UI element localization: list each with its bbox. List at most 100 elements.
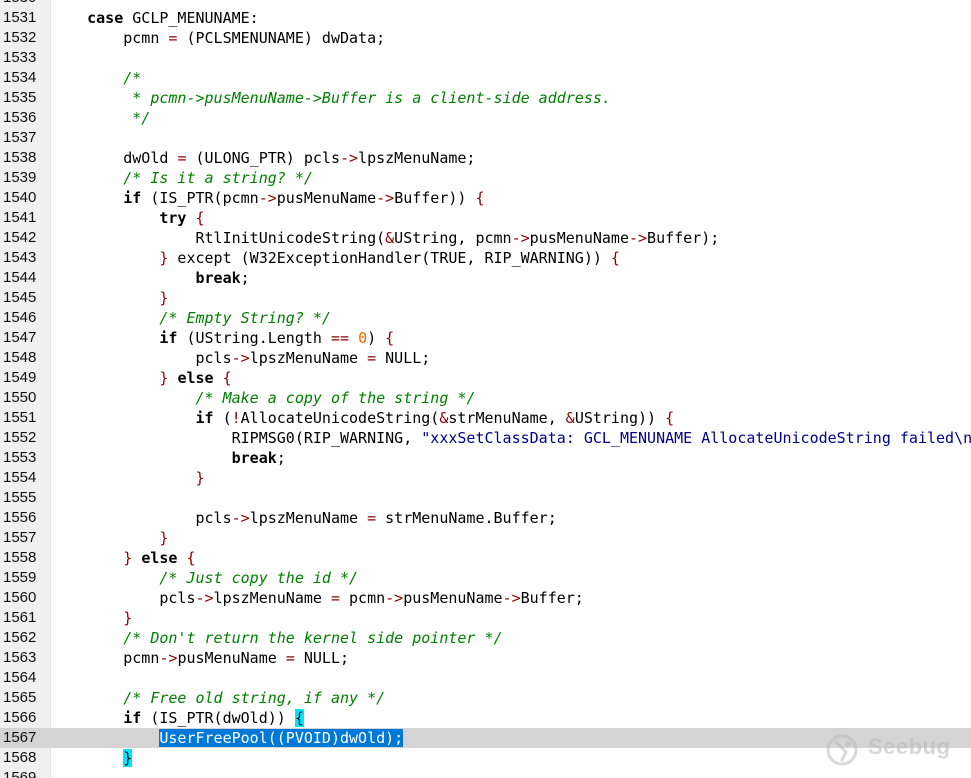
code-text[interactable]: /* [51, 68, 141, 88]
code-lines[interactable]: 15301531 case GCLP_MENUNAME:1532 pcmn = … [0, 0, 971, 778]
code-line[interactable]: 1536 */ [0, 108, 971, 128]
code-text[interactable]: */ [51, 108, 150, 128]
code-line[interactable]: 1552 RIPMSG0(RIP_WARNING, "xxxSetClassDa… [0, 428, 971, 448]
code-token: pusMenuName [177, 649, 286, 667]
code-text[interactable]: try { [51, 208, 205, 228]
code-text[interactable]: break; [51, 448, 286, 468]
code-text[interactable]: } [51, 748, 133, 768]
code-token: { [195, 209, 205, 227]
code-text[interactable]: pcmn = (PCLSMENUNAME) dwData; [51, 28, 385, 48]
code-text[interactable]: } [51, 528, 168, 548]
code-line[interactable]: 1559 /* Just copy the id */ [0, 568, 971, 588]
code-line[interactable]: 1561 } [0, 608, 971, 628]
code-token: /* [123, 69, 142, 87]
code-line[interactable]: 1556 pcls->lpszMenuName = strMenuName.Bu… [0, 508, 971, 528]
code-line[interactable]: 1538 dwOld = (ULONG_PTR) pcls->lpszMenuN… [0, 148, 971, 168]
code-token: -> [159, 649, 178, 667]
code-line[interactable]: 1530 [0, 0, 971, 8]
code-line[interactable]: 1565 /* Free old string, if any */ [0, 688, 971, 708]
code-text[interactable]: } else { [51, 548, 195, 568]
line-number: 1546 [3, 309, 37, 326]
code-text[interactable]: pcls->lpszMenuName = NULL; [51, 348, 430, 368]
code-line[interactable]: 1562 /* Don't return the kernel side poi… [0, 628, 971, 648]
code-line[interactable]: 1560 pcls->lpszMenuName = pcmn->pusMenuN… [0, 588, 971, 608]
code-text[interactable]: UserFreePool((PVOID)dwOld); [51, 728, 404, 748]
code-text[interactable]: /* Don't return the kernel side pointer … [51, 628, 502, 648]
code-line[interactable]: 1551 if (!AllocateUnicodeString(&strMenu… [0, 408, 971, 428]
code-line[interactable]: 1537 [0, 128, 971, 148]
code-token: pusMenuName [276, 189, 377, 207]
code-line[interactable]: 1539 /* Is it a string? */ [0, 168, 971, 188]
code-text[interactable]: pcls->lpszMenuName = strMenuName.Buffer; [51, 508, 556, 528]
code-text[interactable]: if (!AllocateUnicodeString(&strMenuName,… [51, 408, 675, 428]
code-token: ) [367, 329, 386, 347]
code-token: pusMenuName [403, 589, 503, 607]
line-number: 1555 [3, 489, 37, 506]
code-text[interactable]: /* Is it a string? */ [51, 168, 313, 188]
code-text[interactable]: RtlInitUnicodeString(&UString, pcmn->pus… [51, 228, 719, 248]
code-text[interactable]: case GCLP_MENUNAME: [51, 8, 259, 28]
code-text[interactable]: } else { [51, 368, 232, 388]
code-token: lpszMenuName [213, 589, 331, 607]
code-text[interactable]: } [51, 288, 168, 308]
code-line[interactable]: 1553 break; [0, 448, 971, 468]
code-token: pcmn [51, 649, 160, 667]
code-line[interactable]: 1533 [0, 48, 971, 68]
code-token: if [159, 329, 178, 347]
code-line[interactable]: 1540 if (IS_PTR(pcmn->pusMenuName->Buffe… [0, 188, 971, 208]
code-token: -> [511, 229, 530, 247]
code-text[interactable]: dwOld = (ULONG_PTR) pcls->lpszMenuName; [51, 148, 475, 168]
code-text[interactable]: RIPMSG0(RIP_WARNING, "xxxSetClassData: G… [51, 428, 971, 448]
code-token: pcls [51, 589, 196, 607]
code-editor[interactable]: 15301531 case GCLP_MENUNAME:1532 pcmn = … [0, 0, 971, 778]
code-line[interactable]: 1548 pcls->lpszMenuName = NULL; [0, 348, 971, 368]
code-token: { [385, 329, 395, 347]
code-line[interactable]: 1534 /* [0, 68, 971, 88]
line-number: 1540 [3, 189, 37, 206]
code-token: 0 [358, 329, 368, 347]
code-token: { [222, 369, 232, 387]
code-text[interactable]: break; [51, 268, 250, 288]
code-line[interactable]: 1557 } [0, 528, 971, 548]
code-line[interactable]: 1550 /* Make a copy of the string */ [0, 388, 971, 408]
code-line[interactable]: 1549 } else { [0, 368, 971, 388]
code-text[interactable]: pcls->lpszMenuName = pcmn->pusMenuName->… [51, 588, 583, 608]
code-text[interactable]: pcmn->pusMenuName = NULL; [51, 648, 349, 668]
code-text[interactable]: /* Make a copy of the string */ [51, 388, 476, 408]
code-text[interactable]: } [51, 608, 132, 628]
code-text[interactable]: if (IS_PTR(pcmn->pusMenuName->Buffer)) { [51, 188, 484, 208]
code-token: -> [385, 589, 404, 607]
code-line[interactable]: 1541 try { [0, 208, 971, 228]
code-line[interactable]: 1542 RtlInitUnicodeString(&UString, pcmn… [0, 228, 971, 248]
code-line[interactable]: 1555 [0, 488, 971, 508]
code-text[interactable]: if (IS_PTR(dwOld)) { [51, 708, 304, 728]
line-number: 1536 [3, 109, 37, 126]
code-line[interactable]: 1532 pcmn = (PCLSMENUNAME) dwData; [0, 28, 971, 48]
code-line[interactable]: 1564 [0, 668, 971, 688]
code-token: -> [258, 189, 277, 207]
code-line[interactable]: 1544 break; [0, 268, 971, 288]
code-line[interactable]: 1545 } [0, 288, 971, 308]
code-token: -> [231, 349, 250, 367]
code-text[interactable]: /* Empty String? */ [51, 308, 331, 328]
code-text[interactable]: /* Just copy the id */ [51, 568, 358, 588]
code-line[interactable]: 1547 if (UString.Length == 0) { [0, 328, 971, 348]
code-line[interactable]: 1554 } [0, 468, 971, 488]
code-line[interactable]: 1563 pcmn->pusMenuName = NULL; [0, 648, 971, 668]
code-text[interactable]: * pcmn->pusMenuName->Buffer is a client-… [51, 88, 611, 108]
code-text[interactable]: if (UString.Length == 0) { [51, 328, 394, 348]
code-token: NULL; [376, 349, 431, 367]
code-line[interactable]: 1531 case GCLP_MENUNAME: [0, 8, 971, 28]
code-line[interactable]: 1535 * pcmn->pusMenuName->Buffer is a cl… [0, 88, 971, 108]
code-line[interactable]: 1566 if (IS_PTR(dwOld)) { [0, 708, 971, 728]
code-line[interactable]: 1543 } except (W32ExceptionHandler(TRUE,… [0, 248, 971, 268]
code-token: ( [213, 409, 232, 427]
code-text[interactable]: } [51, 468, 205, 488]
code-token: } [159, 529, 169, 547]
code-line[interactable]: 1558 } else { [0, 548, 971, 568]
code-token: UString)) [574, 409, 666, 427]
code-text[interactable]: /* Free old string, if any */ [51, 688, 385, 708]
code-text[interactable]: } except (W32ExceptionHandler(TRUE, RIP_… [51, 248, 620, 268]
code-line[interactable]: 1546 /* Empty String? */ [0, 308, 971, 328]
